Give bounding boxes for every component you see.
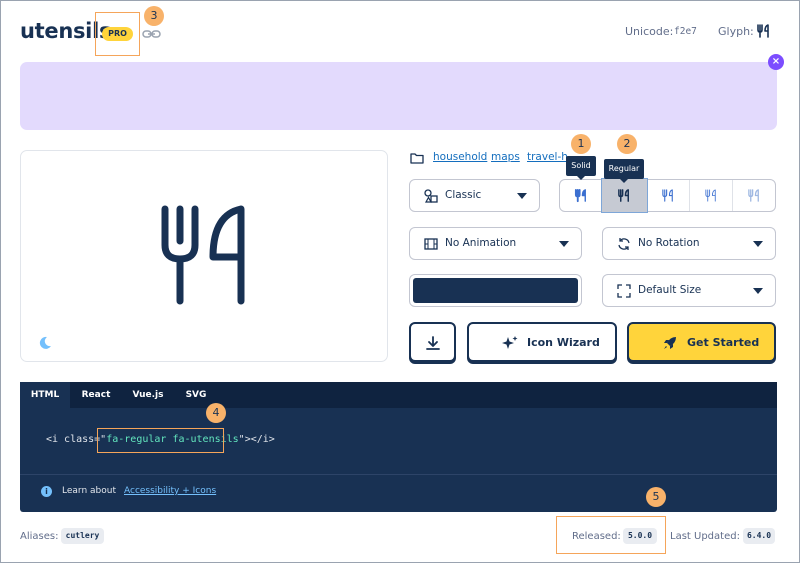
rotation-dropdown-label: No Rotation xyxy=(638,237,700,249)
released-version: 5.0.0 xyxy=(623,528,657,544)
chevron-down-icon xyxy=(559,241,569,247)
unicode-value[interactable]: f2e7 xyxy=(674,26,697,37)
tab-react[interactable]: React xyxy=(73,382,119,408)
shapes-icon xyxy=(424,189,438,203)
annotation-marker-5: 5 xyxy=(646,487,666,507)
alias-pill: cutlery xyxy=(61,528,104,544)
annotation-box-code xyxy=(97,428,224,453)
animation-dropdown-label: No Animation xyxy=(445,237,517,249)
pro-badge: PRO xyxy=(102,27,133,41)
color-swatch-fill xyxy=(413,278,578,303)
updated-version: 6.4.0 xyxy=(743,528,775,544)
folder-icon xyxy=(410,153,424,164)
utensils-thin-icon xyxy=(705,189,716,202)
style-button-thin[interactable] xyxy=(690,180,733,211)
annotation-marker-1: 1 xyxy=(571,134,591,154)
utensils-duotone-icon xyxy=(748,189,759,202)
tooltip-regular: Regular xyxy=(604,159,644,183)
utensils-light-icon xyxy=(662,189,673,202)
expand-icon xyxy=(617,284,631,298)
category-link-household[interactable]: household xyxy=(433,151,487,163)
family-dropdown[interactable]: Classic xyxy=(409,179,540,212)
color-picker[interactable] xyxy=(409,274,582,307)
learn-about-text: Learn about xyxy=(62,486,116,496)
sparkles-icon xyxy=(502,336,518,349)
style-button-duotone[interactable] xyxy=(733,180,776,211)
utensils-regular-icon xyxy=(618,189,629,202)
annotation-marker-4: 4 xyxy=(206,403,226,423)
style-button-light[interactable] xyxy=(647,180,690,211)
download-icon xyxy=(426,336,440,350)
unicode-label: Unicode: xyxy=(625,25,674,38)
updated-label: Last Updated: xyxy=(670,531,740,542)
accessibility-link[interactable]: Accessibility + Icons xyxy=(124,486,216,496)
family-dropdown-label: Classic xyxy=(445,189,482,201)
rocket-icon xyxy=(664,337,676,349)
tab-vuejs[interactable]: Vue.js xyxy=(124,382,172,408)
code-suffix: "></i> xyxy=(238,434,275,445)
aliases-label: Aliases: xyxy=(20,531,59,542)
rotate-icon xyxy=(618,238,630,250)
get-started-button[interactable]: Get Started xyxy=(627,322,776,362)
annotation-marker-3: 3 xyxy=(144,6,164,26)
size-dropdown-label: Default Size xyxy=(638,284,702,296)
chevron-down-icon xyxy=(517,193,527,199)
film-icon xyxy=(424,238,438,250)
style-button-regular[interactable] xyxy=(601,178,648,213)
close-icon[interactable]: × xyxy=(768,54,784,70)
info-icon: i xyxy=(41,486,52,497)
icon-wizard-label: Icon Wizard xyxy=(527,336,600,349)
utensils-solid-icon xyxy=(574,188,586,203)
utensils-preview-icon xyxy=(161,205,245,305)
category-link-maps[interactable]: maps xyxy=(491,151,520,163)
utensils-glyph-icon[interactable] xyxy=(756,23,772,39)
annotation-marker-2: 2 xyxy=(617,134,637,154)
code-panel-divider xyxy=(20,474,777,475)
chevron-down-icon xyxy=(753,288,763,294)
icon-wizard-button[interactable]: Icon Wizard xyxy=(467,322,617,362)
category-link-travel[interactable]: travel-h xyxy=(527,151,568,163)
tab-html[interactable]: HTML xyxy=(20,382,70,408)
released-label: Released: xyxy=(572,531,621,542)
link-icon[interactable] xyxy=(142,27,161,41)
style-button-solid[interactable] xyxy=(560,180,603,211)
rotation-dropdown[interactable]: No Rotation xyxy=(602,227,776,260)
moon-icon[interactable] xyxy=(38,336,52,350)
promo-banner xyxy=(20,62,777,130)
animation-dropdown[interactable]: No Animation xyxy=(409,227,582,260)
glyph-label: Glyph: xyxy=(718,25,754,38)
size-dropdown[interactable]: Default Size xyxy=(602,274,776,307)
download-button[interactable] xyxy=(409,322,456,362)
get-started-label: Get Started xyxy=(687,336,760,349)
tooltip-solid: Solid xyxy=(566,156,596,180)
chevron-down-icon xyxy=(753,241,763,247)
